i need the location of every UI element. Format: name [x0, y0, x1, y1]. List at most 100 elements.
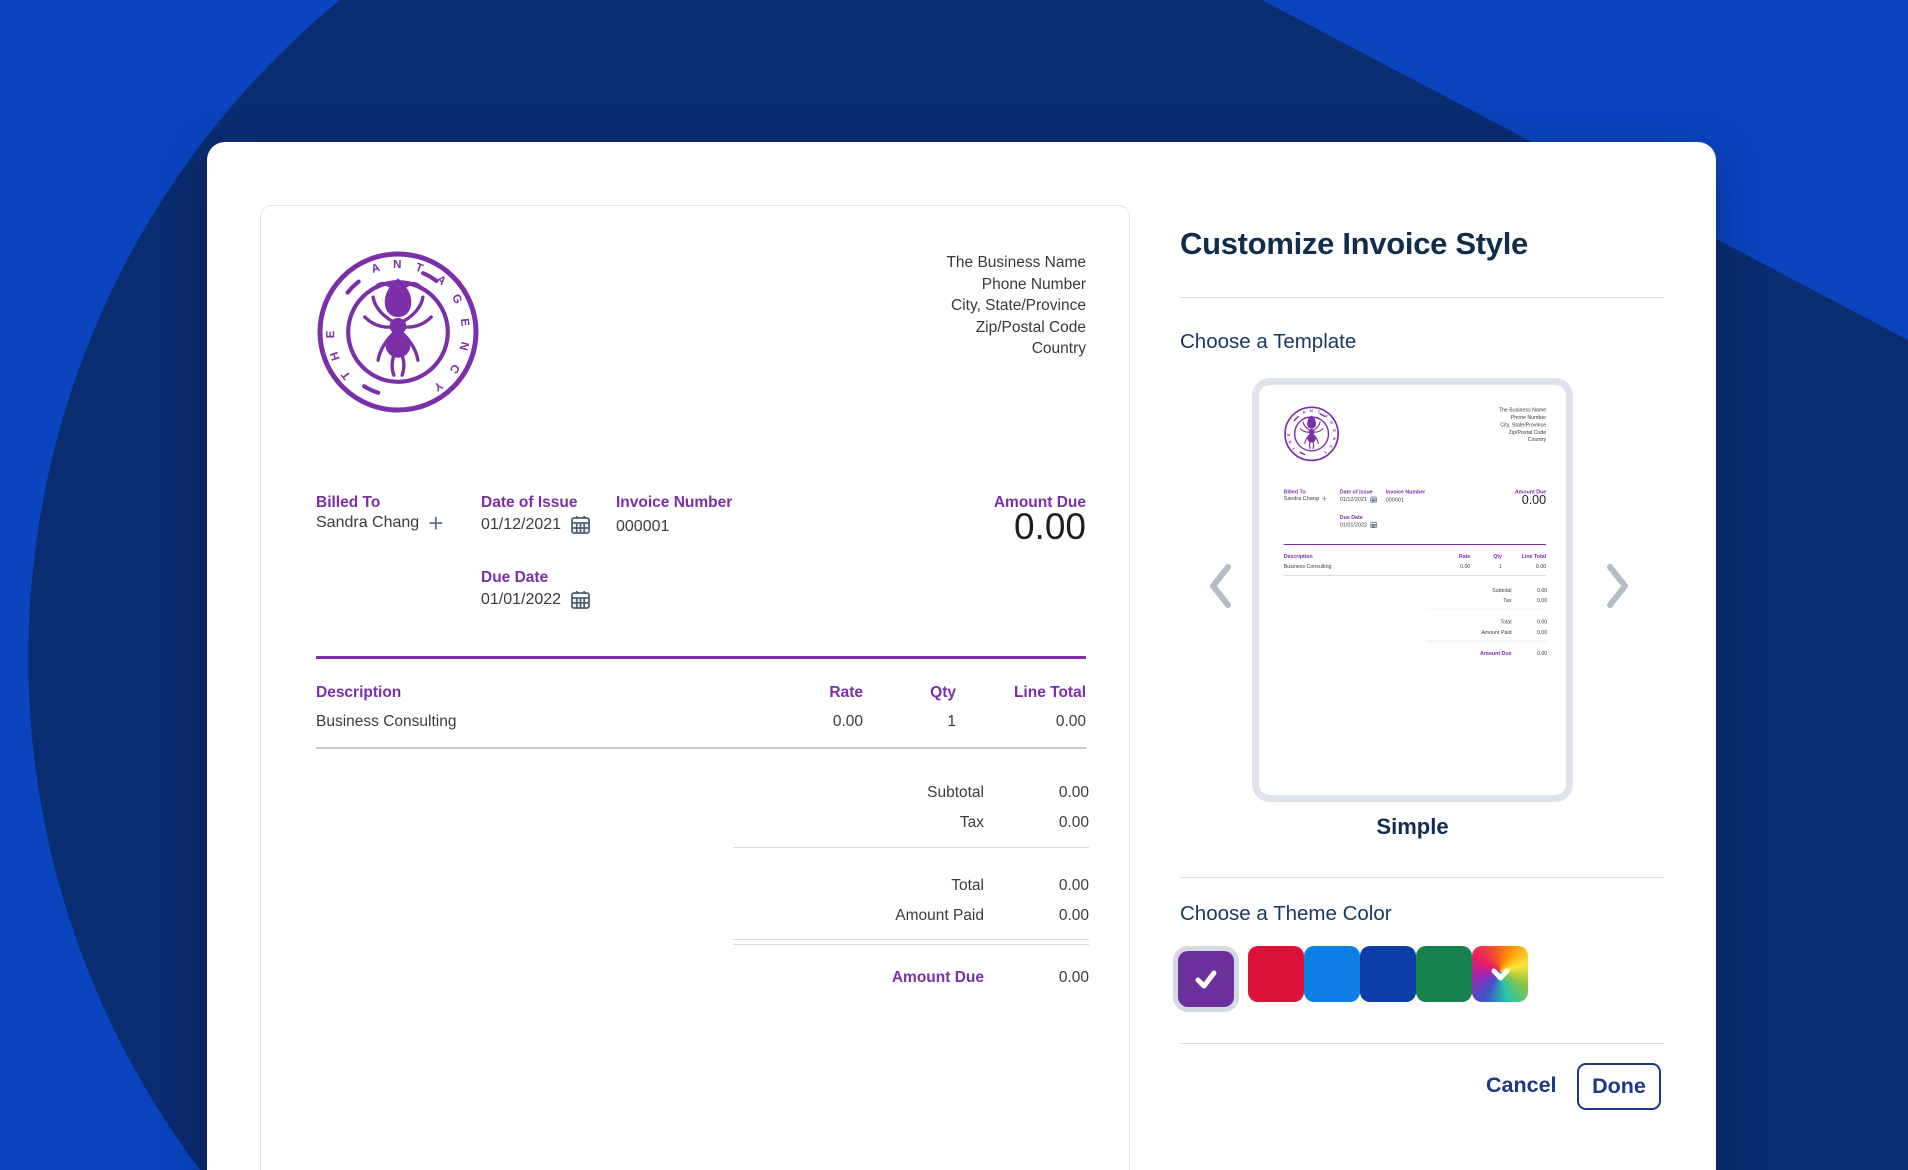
date-of-issue-label: Date of Issue	[481, 494, 577, 512]
business-phone: Phone Number	[1499, 414, 1546, 421]
due-date-date: 01/01/2022	[481, 591, 561, 609]
tax-label: Tax	[1503, 598, 1511, 604]
billed-to-value: Sandra Chang +	[1284, 496, 1327, 502]
col-header-line-total: Line Total	[1522, 554, 1546, 560]
amount-paid-label: Amount Paid	[895, 907, 984, 925]
total-value: 0.00	[1059, 877, 1089, 895]
template-thumbnail[interactable]: The Business Name Phone Number City, Sta…	[1252, 378, 1573, 802]
business-info-block: The Business Name Phone Number City, Sta…	[1499, 407, 1546, 444]
invoice-number-value: 000001	[1386, 497, 1404, 503]
selected-swatch-ring	[1173, 946, 1239, 1012]
done-button[interactable]: Done	[1577, 1063, 1661, 1110]
total-label: Total	[951, 877, 984, 895]
invoice-number-label: Invoice Number	[616, 494, 732, 512]
table-bottom-rule	[1284, 575, 1546, 576]
swatch-dark-blue[interactable]	[1360, 946, 1416, 1002]
due-date-value: 01/01/2022	[1340, 521, 1377, 528]
row-description: Business Consulting	[1284, 563, 1332, 569]
invoice-number-label: Invoice Number	[1386, 489, 1426, 495]
business-name: The Business Name	[946, 252, 1086, 274]
check-icon	[1192, 965, 1220, 993]
row-line-total: 0.00	[1536, 563, 1546, 569]
business-name: The Business Name	[1499, 407, 1546, 414]
billed-to-name: Sandra Chang	[1284, 496, 1319, 502]
panel-divider	[1180, 877, 1664, 878]
calendar-icon	[1370, 521, 1377, 528]
choose-template-label: Choose a Template	[1180, 330, 1356, 354]
col-header-description: Description	[316, 684, 401, 702]
chevron-left-icon[interactable]	[1207, 562, 1233, 610]
swatch-purple[interactable]	[1178, 951, 1234, 1007]
col-header-line-total: Line Total	[1014, 684, 1086, 702]
calendar-icon[interactable]	[570, 514, 591, 535]
panel-title: Customize Invoice Style	[1180, 226, 1528, 262]
due-date-label: Due Date	[481, 569, 548, 587]
swatch-green[interactable]	[1416, 946, 1472, 1002]
subtotal-label: Subtotal	[1492, 588, 1511, 594]
panel-buttons: Cancel Done	[1180, 1063, 1664, 1110]
panel-divider	[1180, 297, 1664, 298]
table-top-rule	[1284, 544, 1546, 545]
due-date-value: 01/01/2022	[481, 589, 591, 610]
chevron-down-icon	[1487, 961, 1514, 988]
col-header-rate: Rate	[829, 684, 863, 702]
date-of-issue-label: Date of Issue	[1340, 489, 1373, 495]
amount-paid-value: 0.00	[1059, 907, 1089, 925]
main-card: The Business Name Phone Number City, Sta…	[207, 142, 1716, 1170]
row-line-total: 0.00	[1056, 713, 1086, 731]
ant-agency-logo	[315, 249, 481, 415]
amount-paid-value: 0.00	[1537, 629, 1547, 635]
template-name: Simple	[1252, 814, 1573, 840]
billed-to-label: Billed To	[316, 494, 380, 512]
totals-amount-due-value: 0.00	[1537, 650, 1547, 656]
billed-to-label: Billed To	[1284, 489, 1306, 495]
row-rate: 0.00	[1460, 563, 1470, 569]
col-header-description: Description	[1284, 554, 1313, 560]
invoice-preview: The Business Name Phone Number City, Sta…	[1265, 391, 1561, 785]
amount-paid-label: Amount Paid	[1481, 629, 1511, 635]
totals-amount-due-label: Amount Due	[892, 969, 984, 987]
col-header-rate: Rate	[1459, 554, 1470, 560]
due-date-label: Due Date	[1340, 514, 1363, 520]
totals-divider	[733, 944, 1089, 945]
subtotal-value: 0.00	[1537, 588, 1547, 594]
date-of-issue-value: 01/12/2021	[1340, 496, 1377, 503]
invoice-number-value: 000001	[616, 518, 669, 536]
theme-color-swatches	[1173, 946, 1528, 1012]
add-contact-plus-icon[interactable]: +	[428, 515, 443, 531]
cancel-button[interactable]: Cancel	[1480, 1072, 1563, 1099]
calendar-icon	[1370, 496, 1377, 503]
date-of-issue-date: 01/12/2021	[481, 516, 561, 534]
add-contact-plus-icon: +	[1322, 496, 1327, 501]
business-city: City, State/Province	[1499, 421, 1546, 428]
totals-amount-due-value: 0.00	[1059, 969, 1089, 987]
total-label: Total	[1500, 619, 1511, 625]
billed-to-name: Sandra Chang	[316, 514, 419, 532]
swatch-custom-color[interactable]	[1472, 946, 1528, 1002]
col-header-qty: Qty	[930, 684, 956, 702]
calendar-icon[interactable]	[570, 589, 591, 610]
date-of-issue-value: 01/12/2021	[481, 514, 591, 535]
tax-label: Tax	[960, 814, 984, 832]
choose-theme-color-label: Choose a Theme Color	[1180, 902, 1392, 926]
total-value: 0.00	[1537, 619, 1547, 625]
billed-to-value: Sandra Chang +	[316, 514, 443, 532]
row-rate: 0.00	[833, 713, 863, 731]
amount-due-value: 0.00	[1522, 493, 1546, 507]
swatch-red[interactable]	[1248, 946, 1304, 1002]
page-background: The Business Name Phone Number City, Sta…	[0, 0, 1908, 1170]
panel-divider	[1180, 1043, 1664, 1044]
swatch-bright-blue[interactable]	[1304, 946, 1360, 1002]
subtotal-label: Subtotal	[927, 784, 984, 802]
table-top-rule	[316, 656, 1086, 659]
amount-due-value: 0.00	[1014, 506, 1086, 548]
due-date-date: 01/01/2022	[1340, 522, 1367, 528]
business-zip: Zip/Postal Code	[946, 317, 1086, 339]
totals-divider	[733, 847, 1089, 848]
chevron-right-icon[interactable]	[1605, 562, 1631, 610]
col-header-qty: Qty	[1493, 554, 1502, 560]
business-phone: Phone Number	[946, 274, 1086, 296]
tax-value: 0.00	[1059, 814, 1089, 832]
date-of-issue-date: 01/12/2021	[1340, 496, 1367, 502]
invoice-preview: The Business Name Phone Number City, Sta…	[260, 205, 1130, 1170]
